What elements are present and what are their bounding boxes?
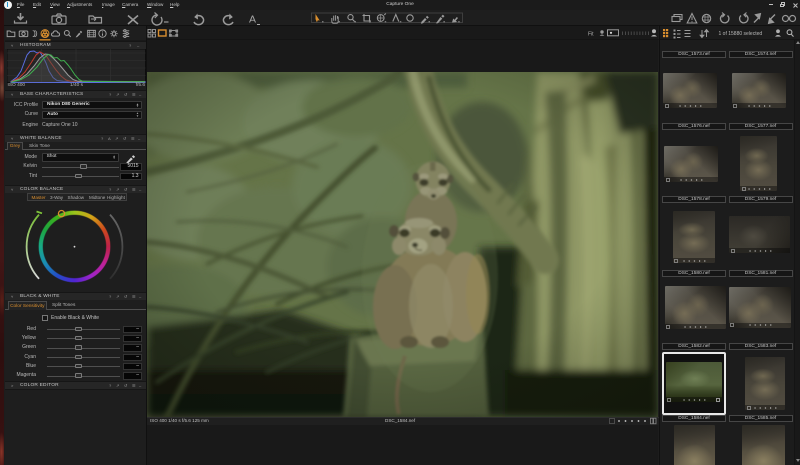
svg-text:Fit: Fit: [588, 32, 594, 38]
svg-text:A: A: [249, 14, 256, 26]
svg-text:1 of 15880 selected: 1 of 15880 selected: [719, 31, 763, 37]
